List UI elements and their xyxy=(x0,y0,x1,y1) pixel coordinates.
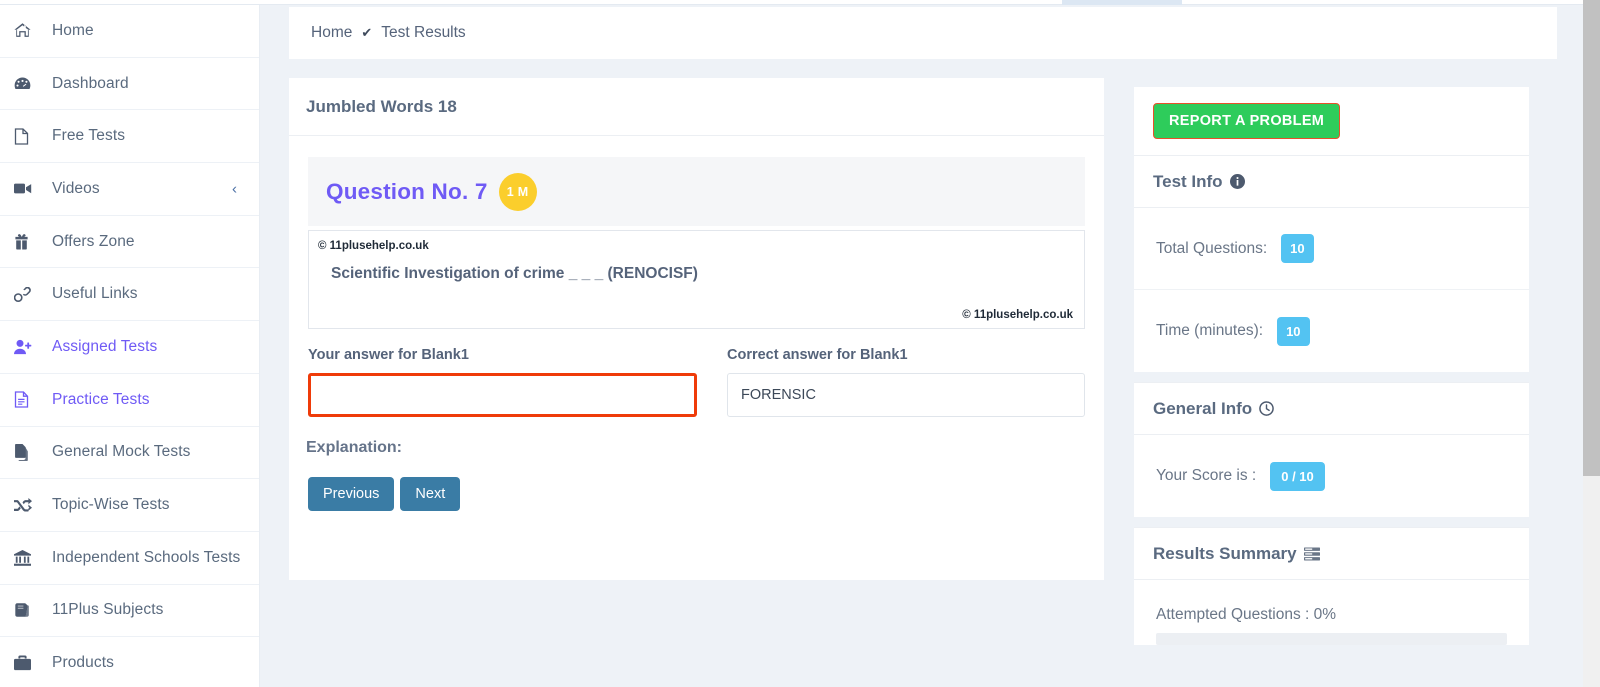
sidebar-item-label: Videos xyxy=(52,179,100,197)
page-scrollbar-track[interactable] xyxy=(1583,0,1600,687)
sidebar-item-11plus-subjects[interactable]: 11Plus Subjects xyxy=(0,585,259,638)
copyright-bottom: © 11plusehelp.co.uk xyxy=(962,309,1073,321)
main-content: Home ✔ Test Results Jumbled Words 18 Que… xyxy=(260,5,1583,687)
dashboard-icon xyxy=(14,75,44,92)
sidebar-item-label: Practice Tests xyxy=(52,390,150,408)
your-answer-label: Your answer for Blank1 xyxy=(308,347,469,363)
sidebar-item-practice-tests[interactable]: Practice Tests xyxy=(0,374,259,427)
sidebar-item-label: Dashboard xyxy=(52,74,129,92)
correct-answer-label: Correct answer for Blank1 xyxy=(727,347,908,363)
question-body: Question No. 7 1 M © 11plusehelp.co.uk S… xyxy=(289,136,1104,511)
question-number-label: Question No. 7 xyxy=(326,178,488,204)
list-bars-icon xyxy=(1303,547,1320,561)
question-nav-buttons: Previous Next xyxy=(308,477,1085,511)
sidebar-nav: Home Dashboard Free Tests Videos ‹ Offers Zon… xyxy=(0,5,260,687)
test-info-heading: Test Info xyxy=(1134,155,1529,208)
breadcrumb-home-link[interactable]: Home xyxy=(311,24,352,42)
page-scrollbar-thumb[interactable] xyxy=(1583,0,1600,476)
results-summary-panel: Results Summary Attempted Questions: 0% xyxy=(1134,527,1529,645)
page-title: Jumbled Words 18 xyxy=(289,78,1104,136)
attempted-questions-progress xyxy=(1156,633,1507,645)
sidebar-item-products[interactable]: Products xyxy=(0,637,259,687)
sidebar-item-home[interactable]: Home xyxy=(0,5,259,58)
next-button[interactable]: Next xyxy=(400,477,461,511)
your-answer-group: Your answer for Blank1 xyxy=(308,347,697,417)
sidebar-item-videos[interactable]: Videos ‹ xyxy=(0,163,259,216)
sidebar-item-dashboard[interactable]: Dashboard xyxy=(0,58,259,111)
test-content-card: Jumbled Words 18 Question No. 7 1 M © 11… xyxy=(289,78,1104,580)
breadcrumb: Home ✔ Test Results xyxy=(289,7,1557,59)
sidebar-item-assigned-tests[interactable]: Assigned Tests xyxy=(0,321,259,374)
sidebar-item-label: Free Tests xyxy=(52,127,126,145)
sidebar-item-label: Topic-Wise Tests xyxy=(52,496,170,514)
sidebar-item-useful-links[interactable]: Useful Links xyxy=(0,268,259,322)
answers-row: Your answer for Blank1 Correct answer fo… xyxy=(308,347,1085,417)
sidebar-item-topic-wise-tests[interactable]: Topic-Wise Tests xyxy=(0,479,259,532)
test-info-panel: REPORT A PROBLEM Test Info Total Questio… xyxy=(1134,87,1529,372)
question-header: Question No. 7 1 M xyxy=(308,157,1085,226)
correct-answer-group: Correct answer for Blank1 FORENSIC xyxy=(727,347,1085,417)
total-questions-row: Total Questions: 10 xyxy=(1134,208,1529,290)
previous-button[interactable]: Previous xyxy=(308,477,395,511)
copyright-top: © 11plusehelp.co.uk xyxy=(318,240,429,252)
sidebar-item-free-tests[interactable]: Free Tests xyxy=(0,110,259,164)
breadcrumb-current: Test Results xyxy=(381,24,466,41)
time-minutes-value: 10 xyxy=(1277,316,1310,346)
total-questions-label: Total Questions: xyxy=(1156,239,1268,257)
general-info-panel: General Info Your Score is : 0 / 10 xyxy=(1134,382,1529,517)
question-text-box: © 11plusehelp.co.uk Scientific Investiga… xyxy=(308,230,1085,329)
your-score-label: Your Score is : xyxy=(1156,467,1257,484)
test-info-heading-text: Test Info xyxy=(1153,171,1223,191)
right-sidebar: REPORT A PROBLEM Test Info Total Questio… xyxy=(1134,87,1529,655)
your-score-row: Your Score is : 0 / 10 xyxy=(1134,435,1529,517)
document-list-icon xyxy=(14,391,44,408)
book-icon xyxy=(14,602,44,618)
explanation-label: Explanation: xyxy=(306,439,403,456)
attempted-questions-label: Attempted Questions : 0% xyxy=(1156,606,1337,623)
user-plus-icon xyxy=(14,339,44,355)
chevron-left-icon[interactable]: ‹ xyxy=(232,181,237,196)
sidebar-item-general-mock-tests[interactable]: General Mock Tests xyxy=(0,427,259,480)
sidebar-item-label: Independent Schools Tests xyxy=(52,548,241,566)
link-icon xyxy=(14,286,44,302)
breadcrumb-separator-check-icon: ✔ xyxy=(361,25,373,40)
sidebar-item-label: Useful Links xyxy=(52,285,138,303)
clock-icon xyxy=(1259,401,1274,416)
report-a-problem-button[interactable]: REPORT A PROBLEM xyxy=(1153,103,1341,139)
gift-icon xyxy=(14,233,44,250)
bank-icon xyxy=(14,549,44,566)
question-text: Scientific Investigation of crime _ _ _ … xyxy=(331,265,698,282)
your-score-value: 0 / 10 xyxy=(1270,461,1325,491)
sidebar-item-label: 11Plus Subjects xyxy=(52,601,164,619)
general-info-heading-text: General Info xyxy=(1153,398,1253,418)
shuffle-icon xyxy=(14,497,44,513)
sidebar-item-label: Home xyxy=(52,21,94,39)
home-icon xyxy=(14,22,44,39)
question-marks-badge: 1 M xyxy=(498,172,537,211)
time-minutes-row: Time (minutes): 10 xyxy=(1134,290,1529,372)
briefcase-icon xyxy=(14,655,44,671)
sidebar-item-offers-zone[interactable]: Offers Zone xyxy=(0,216,259,269)
app-root: Home Dashboard Free Tests Videos ‹ Offers Zon… xyxy=(0,0,1600,687)
correct-answer-value: FORENSIC xyxy=(727,373,1085,417)
general-info-heading: General Info xyxy=(1134,382,1529,435)
results-summary-heading-text: Results Summary xyxy=(1153,543,1297,563)
results-summary-body: Attempted Questions : 0% xyxy=(1134,580,1529,645)
results-summary-heading: Results Summary xyxy=(1134,527,1529,580)
sidebar-item-label: Products xyxy=(52,654,114,672)
report-problem-wrap: REPORT A PROBLEM xyxy=(1134,87,1529,155)
info-circle-icon xyxy=(1229,174,1245,189)
time-minutes-label: Time (minutes): xyxy=(1156,322,1264,339)
sidebar-item-label: General Mock Tests xyxy=(52,443,191,461)
file-icon xyxy=(14,128,44,145)
total-questions-value: 10 xyxy=(1281,234,1314,263)
copy-icon xyxy=(14,443,44,461)
sidebar-item-independent-schools-tests[interactable]: Independent Schools Tests xyxy=(0,532,259,585)
your-answer-input[interactable] xyxy=(308,373,697,417)
sidebar-item-label: Offers Zone xyxy=(52,232,135,250)
video-camera-icon xyxy=(14,181,44,196)
sidebar-item-label: Assigned Tests xyxy=(52,337,158,355)
